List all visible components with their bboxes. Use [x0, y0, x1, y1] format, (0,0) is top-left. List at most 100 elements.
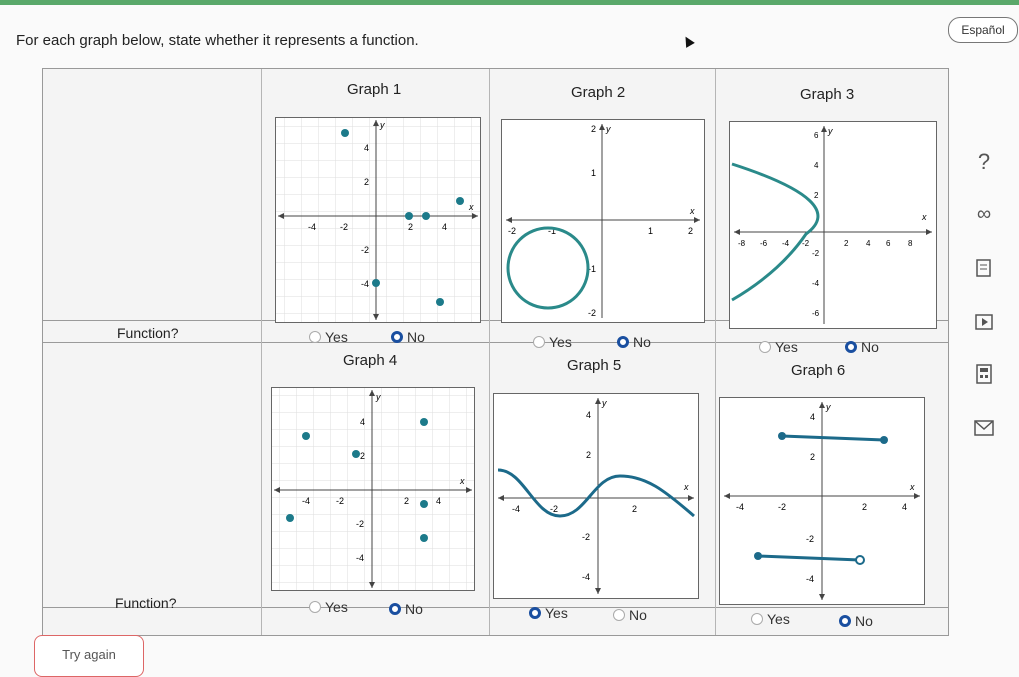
g4-point	[420, 534, 428, 542]
graph-6-title: Graph 6	[791, 362, 846, 379]
graph-1-title: Graph 1	[347, 81, 402, 98]
graph-6-no-radio[interactable]: No	[839, 613, 873, 629]
graph-2-yes-radio[interactable]: Yes	[533, 334, 572, 350]
mail-icon-glyph	[974, 420, 994, 436]
graph-5-plot: -4 -2 2 4 2 -2 -4 y x	[497, 398, 695, 594]
g3-xlabel: x	[921, 212, 927, 222]
help-icon[interactable]: ?	[972, 149, 996, 174]
graph-4-no-radio[interactable]: No	[389, 601, 423, 617]
g6-xtick: -2	[778, 502, 786, 512]
g2-ytick: -2	[588, 308, 596, 318]
g4-point	[352, 450, 360, 458]
g1-point	[341, 129, 349, 137]
infinity-icon[interactable]: ∞	[972, 202, 996, 226]
radio-circle-selected	[839, 615, 851, 627]
notes-icon[interactable]	[972, 256, 996, 280]
g4-xtick: 2	[404, 496, 409, 506]
g2-xtick: 2	[688, 226, 693, 236]
mail-icon[interactable]	[972, 416, 996, 440]
calculator-icon[interactable]	[972, 362, 996, 386]
graph-3-no-radio[interactable]: No	[845, 339, 879, 355]
radio-circle	[613, 609, 625, 621]
graph-4-title: Graph 4	[343, 352, 398, 369]
g3-xtick: 8	[908, 239, 913, 248]
g3-ytick: -2	[812, 249, 820, 258]
graph-1-no-radio[interactable]: No	[391, 329, 425, 345]
g6-ylabel: y	[825, 402, 831, 412]
g3-ytick: -4	[812, 279, 820, 288]
question-prompt: For each graph below, state whether it r…	[16, 32, 419, 49]
g5-ytick: 4	[586, 410, 591, 420]
espanol-button[interactable]: Español	[948, 17, 1018, 43]
col-divider	[261, 69, 262, 635]
graph-4-yes-radio[interactable]: Yes	[309, 599, 348, 615]
mouse-cursor-icon	[681, 34, 695, 48]
g6-xtick: 2	[862, 502, 867, 512]
g1-point	[456, 197, 464, 205]
g6-open-endpoint	[855, 555, 865, 565]
g1-ylabel: y	[379, 120, 385, 130]
radio-circle-selected	[389, 603, 401, 615]
graph-5: -4 -2 2 4 2 -2 -4 y x	[493, 393, 699, 599]
try-again-button[interactable]: Try again	[34, 635, 144, 677]
graph-2-plot: -2 -1 1 2 2 1 -1 -2 y x	[506, 124, 700, 318]
g2-xlabel: x	[689, 206, 695, 216]
g3-xtick: -4	[782, 239, 790, 248]
col-divider	[489, 69, 490, 635]
radio-circle	[751, 613, 763, 625]
g1-xtick: -4	[308, 222, 316, 232]
g6-xtick: 4	[902, 502, 907, 512]
calculator-icon-glyph	[976, 364, 992, 384]
graph-2: -2 -1 1 2 2 1 -1 -2 y x	[501, 119, 705, 323]
g6-ytick: -4	[806, 574, 814, 584]
g5-ytick: -2	[582, 532, 590, 542]
g1-xtick: 4	[442, 222, 447, 232]
g4-ytick: -4	[356, 553, 364, 563]
g4-point	[420, 418, 428, 426]
g6-lower-segment	[757, 554, 861, 562]
g6-ytick: -2	[806, 534, 814, 544]
g1-point	[372, 279, 380, 287]
radio-circle	[309, 331, 321, 343]
g6-ytick: 2	[810, 452, 815, 462]
g2-ytick: 2	[591, 124, 596, 134]
g6-closed-endpoint	[880, 436, 888, 444]
graph-5-no-radio[interactable]: No	[613, 607, 647, 623]
g4-ylabel: y	[375, 392, 381, 402]
g6-xlabel: x	[909, 482, 915, 492]
graph-1-yes-radio[interactable]: Yes	[309, 329, 348, 345]
g5-xtick: -4	[512, 504, 520, 514]
video-icon[interactable]	[972, 310, 996, 334]
graph-3-title: Graph 3	[800, 86, 855, 103]
graphs-table: Graph 1 Graph 2 Graph 3 -4 -2 2 4 4 2 -2…	[42, 68, 949, 636]
graph-2-no-radio[interactable]: No	[617, 334, 651, 350]
graph-3-yes-radio[interactable]: Yes	[759, 339, 798, 355]
radio-circle-selected	[845, 341, 857, 353]
g3-xtick: -8	[738, 239, 746, 248]
g3-ytick: 2	[814, 191, 819, 200]
g4-point	[302, 432, 310, 440]
g5-xlabel: x	[683, 482, 689, 492]
g3-xtick: 2	[844, 239, 849, 248]
g5-ylabel: y	[601, 398, 607, 408]
g1-point	[405, 212, 413, 220]
g3-xtick: 4	[866, 239, 871, 248]
graph-5-yes-radio[interactable]: Yes	[529, 605, 568, 621]
graph-1: -4 -2 2 4 4 2 -2 -4 y x	[275, 117, 481, 323]
graph-5-title: Graph 5	[567, 357, 622, 374]
graph-4-plot: -4 -2 2 4 4 2 -2 -4 y x	[272, 388, 474, 590]
function-label-row-1: Function?	[117, 325, 179, 341]
video-icon-glyph	[975, 314, 993, 330]
g4-xtick: -2	[336, 496, 344, 506]
function-label-row-2: Function?	[115, 595, 177, 611]
g1-ytick: -2	[361, 245, 369, 255]
graph-4: -4 -2 2 4 4 2 -2 -4 y x	[271, 387, 475, 591]
g2-xtick: 1	[648, 226, 653, 236]
row-divider	[43, 342, 948, 343]
top-accent-bar	[0, 0, 1019, 5]
graph-6-yes-radio[interactable]: Yes	[751, 611, 790, 627]
g4-point	[420, 500, 428, 508]
graph-6: -4 -2 2 4 4 2 -2 -4 y x	[719, 397, 925, 605]
g5-xtick: 2	[632, 504, 637, 514]
g1-xlabel: x	[468, 202, 474, 212]
